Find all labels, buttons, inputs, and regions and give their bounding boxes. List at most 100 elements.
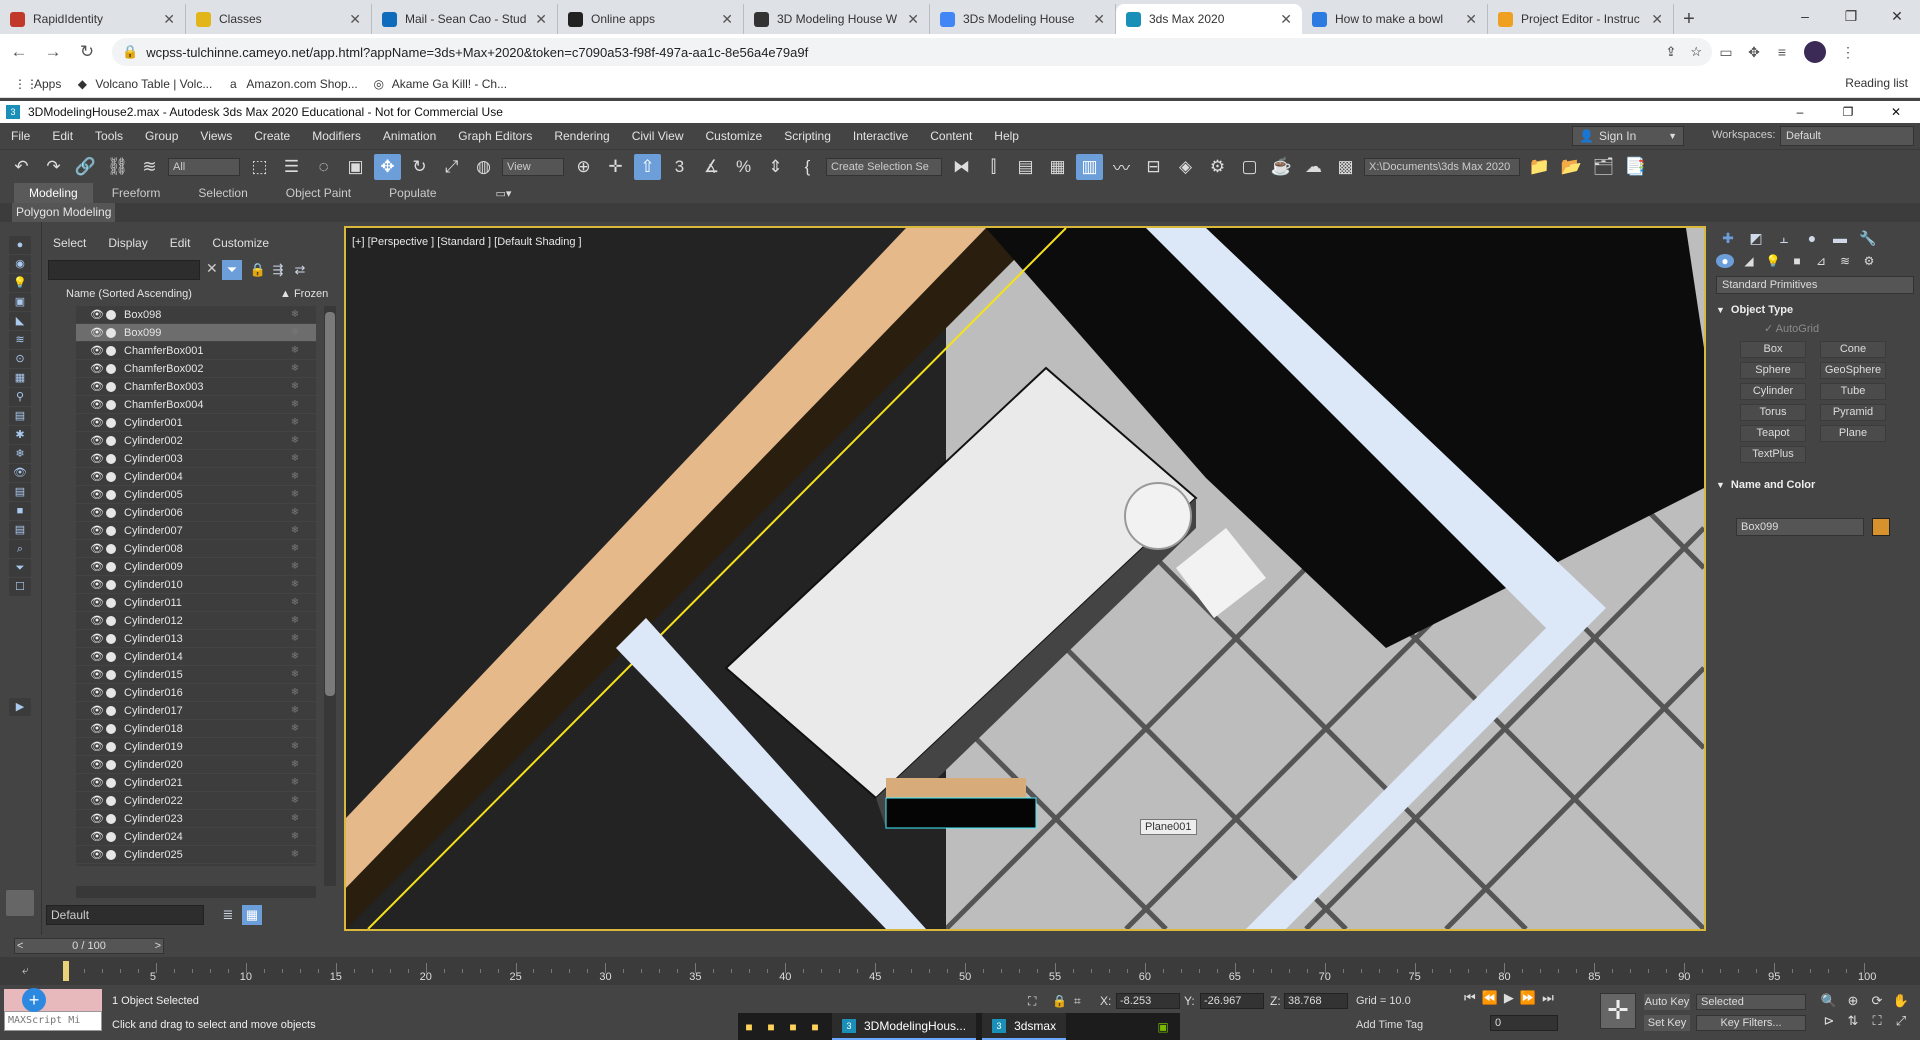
open-project-icon[interactable]: 📂 bbox=[1558, 154, 1585, 180]
eye-icon[interactable]: 👁 bbox=[88, 848, 106, 861]
nvidia-icon[interactable]: ▣ bbox=[1152, 1020, 1174, 1034]
tab-close-icon[interactable]: ✕ bbox=[163, 11, 175, 28]
lock-cell-icon[interactable]: 🔒 bbox=[248, 260, 268, 280]
browser-tab[interactable]: RapidIdentity ✕ bbox=[0, 4, 186, 34]
previous-frame-icon[interactable]: ⏪ bbox=[1482, 990, 1498, 1006]
freeze-icon[interactable]: ❄ bbox=[286, 381, 304, 392]
taskbar-item[interactable]: 3 3dsmax bbox=[982, 1013, 1067, 1040]
menu-tools[interactable]: Tools bbox=[84, 129, 134, 143]
layer-stack-icon[interactable]: ≣ bbox=[218, 905, 238, 925]
play-icon[interactable]: ▶ bbox=[1504, 990, 1514, 1006]
slider-prev-icon[interactable]: < bbox=[17, 939, 23, 953]
table-row[interactable]: 👁 Cylinder023 ❄ bbox=[76, 810, 316, 828]
undo-icon[interactable]: ↶ bbox=[8, 154, 35, 180]
eye-icon[interactable]: 👁 bbox=[88, 488, 106, 501]
ribbon-tab-selection[interactable]: Selection bbox=[179, 183, 266, 203]
file-icon[interactable]: ■ bbox=[760, 1020, 782, 1034]
spinner-snap-icon[interactable]: ⇕ bbox=[762, 154, 789, 180]
eye-icon[interactable]: 👁 bbox=[88, 632, 106, 645]
freeze-icon[interactable]: ❄ bbox=[286, 651, 304, 662]
tab-close-icon[interactable]: ✕ bbox=[1280, 11, 1292, 28]
zoom-extents-icon[interactable]: ⛶ bbox=[1868, 1013, 1886, 1029]
utilities-tab-icon[interactable]: 🔧 bbox=[1858, 230, 1878, 247]
current-frame-input[interactable]: 0 bbox=[1490, 1015, 1558, 1031]
go-to-start-icon[interactable]: ⏮ bbox=[1464, 990, 1476, 1006]
bookmark-item[interactable]: ◆ Volcano Table | Volc... bbox=[75, 77, 213, 91]
create-plane-button[interactable]: Plane bbox=[1820, 425, 1886, 442]
table-row[interactable]: 👁 Cylinder025 ❄ bbox=[76, 846, 316, 864]
x-coordinate-input[interactable]: -8.253 bbox=[1116, 993, 1180, 1009]
named-selection-dropdown[interactable]: Create Selection Se bbox=[826, 157, 942, 176]
create-pyramid-button[interactable]: Pyramid bbox=[1820, 404, 1886, 421]
add-time-tag[interactable]: Add Time Tag bbox=[1356, 1019, 1423, 1031]
render-production-icon[interactable]: ☕ bbox=[1268, 154, 1295, 180]
table-row[interactable]: 👁 ChamferBox001 ❄ bbox=[76, 342, 316, 360]
freeze-icon[interactable]: ❄ bbox=[286, 309, 304, 320]
freeze-icon[interactable]: ❄ bbox=[286, 777, 304, 788]
xrefs-filter-icon[interactable]: ✱ bbox=[9, 426, 31, 444]
eye-icon[interactable]: 👁 bbox=[88, 398, 106, 411]
maxscript-input[interactable]: MAXScript Mi bbox=[4, 1011, 102, 1031]
y-coordinate-input[interactable]: -26.967 bbox=[1200, 993, 1264, 1009]
eye-icon[interactable]: 👁 bbox=[88, 740, 106, 753]
edit-named-selection-icon[interactable]: { bbox=[794, 154, 821, 180]
create-sphere-button[interactable]: Sphere bbox=[1740, 362, 1806, 379]
app-minimize-icon[interactable]: – bbox=[1776, 101, 1824, 123]
table-row[interactable]: 👁 Cylinder022 ❄ bbox=[76, 792, 316, 810]
eye-icon[interactable]: 👁 bbox=[88, 380, 106, 393]
helpers-filter-icon[interactable]: ⊙ bbox=[9, 350, 31, 368]
bind-spacewarp-icon[interactable]: ≋ bbox=[136, 154, 163, 180]
percent-snap-icon[interactable]: % bbox=[730, 154, 757, 180]
menu-animation[interactable]: Animation bbox=[372, 129, 447, 143]
freeze-icon[interactable]: ❄ bbox=[286, 579, 304, 590]
spacewarps-icon[interactable]: ≋ bbox=[1836, 254, 1854, 268]
motion-tab-icon[interactable]: ● bbox=[1802, 230, 1822, 246]
freeze-icon[interactable]: ❄ bbox=[286, 453, 304, 464]
pan-icon[interactable]: ✋ bbox=[1892, 993, 1910, 1009]
snaps-toggle-icon[interactable]: 3 bbox=[666, 154, 693, 180]
object-name-input[interactable]: Box099 bbox=[1736, 518, 1864, 536]
layer-sort-icon[interactable]: ⇄ bbox=[290, 260, 310, 280]
auto-key-button[interactable]: Auto Key bbox=[1644, 994, 1690, 1010]
eye-icon[interactable]: 👁 bbox=[88, 362, 106, 375]
select-manipulate-icon[interactable]: ✛ bbox=[602, 154, 629, 180]
clear-search-icon[interactable]: ✕ bbox=[206, 260, 218, 277]
freeze-icon[interactable]: ❄ bbox=[286, 849, 304, 860]
project-folder-icon[interactable]: 📁 bbox=[1526, 154, 1553, 180]
maxscript-listener[interactable]: MAXScript Mi bbox=[4, 989, 102, 1033]
taskbar-item[interactable]: 3 3DModelingHous... bbox=[832, 1013, 977, 1040]
menu-views[interactable]: Views bbox=[189, 129, 243, 143]
menu-customize[interactable]: Customize bbox=[695, 129, 774, 143]
walk-through-icon[interactable]: ⇅ bbox=[1844, 1013, 1862, 1029]
table-row[interactable]: 👁 Cylinder010 ❄ bbox=[76, 576, 316, 594]
menu-file[interactable]: File bbox=[0, 129, 41, 143]
key-filters-button[interactable]: Key Filters... bbox=[1696, 1015, 1806, 1031]
freeze-icon[interactable]: ❄ bbox=[286, 687, 304, 698]
cameras-icon[interactable]: ■ bbox=[1788, 254, 1806, 268]
eye-icon[interactable]: 👁 bbox=[88, 434, 106, 447]
frozen-column-header[interactable]: ▲ Frozen bbox=[280, 288, 328, 300]
browser-tab[interactable]: How to make a bowl ✕ bbox=[1302, 4, 1488, 34]
shapes-icon[interactable]: ◢ bbox=[1740, 254, 1758, 268]
zoom-icon[interactable]: 🔍 bbox=[1820, 993, 1838, 1009]
eye-icon[interactable]: 👁 bbox=[88, 722, 106, 735]
maxscript-output[interactable] bbox=[4, 989, 102, 1011]
schematic-view-icon[interactable]: ⊟ bbox=[1140, 154, 1167, 180]
sign-in-dropdown[interactable]: 👤 Sign In ▼ bbox=[1572, 126, 1684, 146]
eye-icon[interactable]: 👁 bbox=[88, 686, 106, 699]
layer-explorer-icon[interactable]: ▦ bbox=[242, 905, 262, 925]
freeze-icon[interactable]: ❄ bbox=[286, 705, 304, 716]
table-row[interactable]: 👁 Box099 ❄ bbox=[76, 324, 316, 342]
table-row[interactable]: 👁 Cylinder014 ❄ bbox=[76, 648, 316, 666]
freeze-icon[interactable]: ❄ bbox=[286, 759, 304, 770]
ribbon-tab-freeform[interactable]: Freeform bbox=[93, 183, 180, 203]
explorer-search-input[interactable] bbox=[48, 260, 200, 280]
browser-tab[interactable]: Online apps ✕ bbox=[558, 4, 744, 34]
menu-interactive[interactable]: Interactive bbox=[842, 129, 919, 143]
viewport-label[interactable]: [+] [Perspective ] [Standard ] [Default … bbox=[352, 236, 582, 248]
spacewarps-filter-icon[interactable]: ≋ bbox=[9, 331, 31, 349]
pivot-center-icon[interactable]: ⊕ bbox=[570, 154, 597, 180]
media-icon[interactable]: ≡ bbox=[1768, 44, 1796, 60]
orbit-icon[interactable]: ⟳ bbox=[1868, 993, 1886, 1009]
freeze-icon[interactable]: ❄ bbox=[286, 723, 304, 734]
